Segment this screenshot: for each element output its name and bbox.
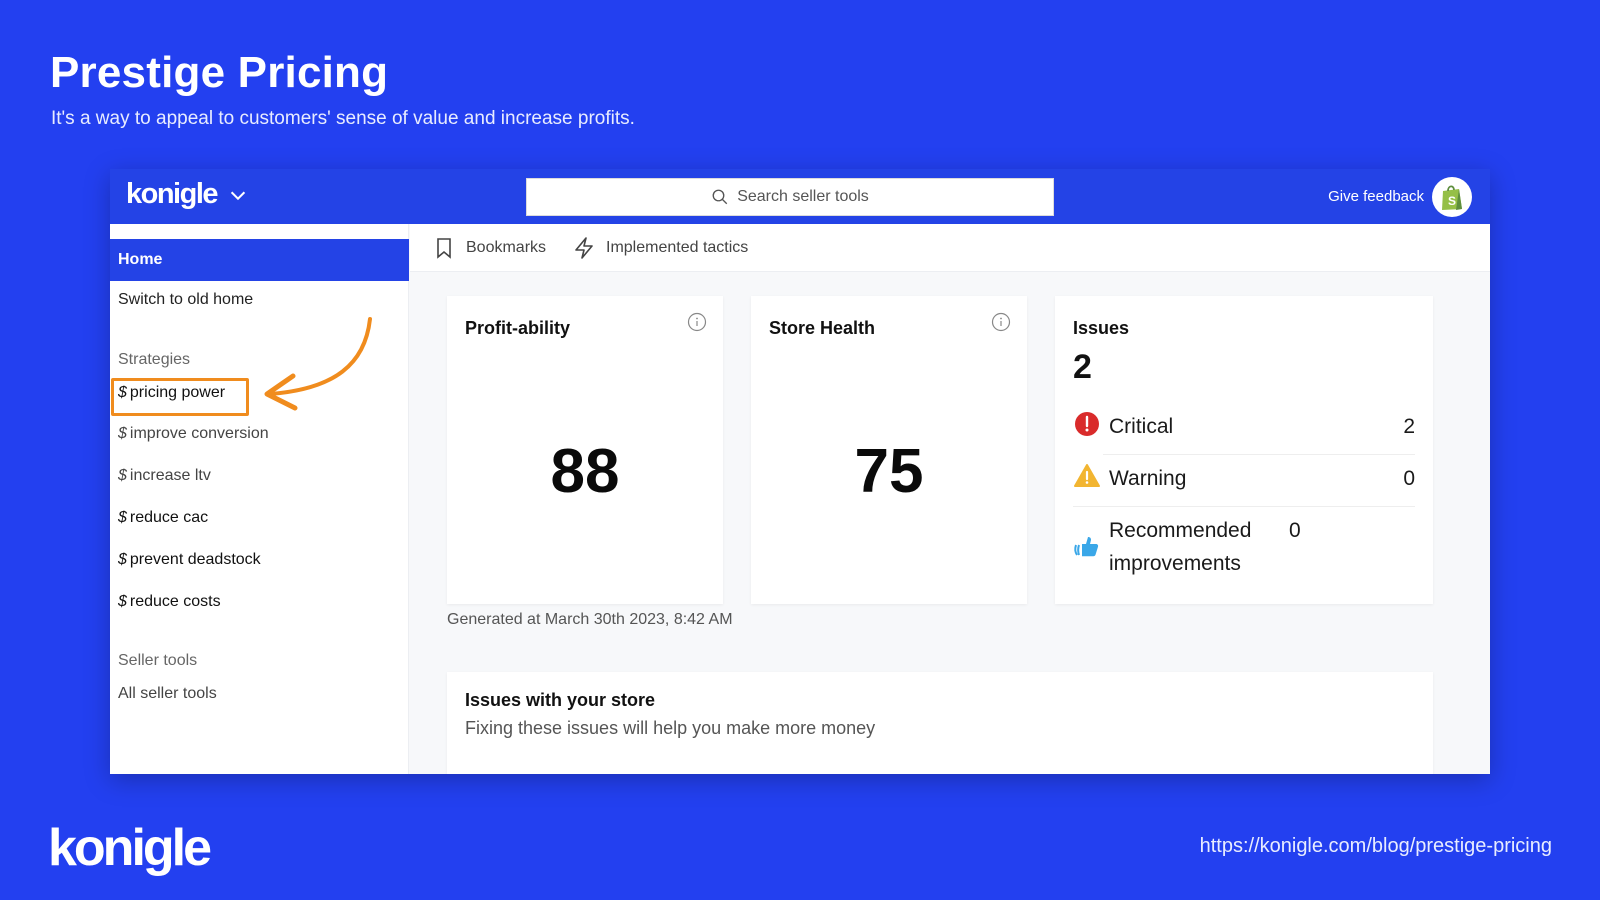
tab-bar: Bookmarks Implemented tactics <box>410 224 1490 272</box>
info-icon[interactable] <box>687 312 707 332</box>
dollar-icon: $ <box>118 467 127 484</box>
sidebar-strategy-reduce-costs[interactable]: $ reduce costs <box>118 593 221 611</box>
search-placeholder: Search seller tools <box>737 188 869 205</box>
issue-count: 0 <box>1289 519 1301 542</box>
store-health-score: 75 <box>854 437 924 506</box>
strategy-label: improve conversion <box>129 425 269 442</box>
tab-label: Implemented tactics <box>606 239 749 256</box>
sidebar-strategy-prevent-deadstock[interactable]: $ prevent deadstock <box>118 551 261 569</box>
top-bar: konigle Search seller tools Give feedbac… <box>110 169 1490 224</box>
svg-text:S: S <box>1448 194 1456 208</box>
info-icon[interactable] <box>991 312 1011 332</box>
issue-label: Critical <box>1109 415 1174 438</box>
app-screenshot: konigle Search seller tools Give feedbac… <box>110 169 1490 774</box>
sidebar-item-switch-old-home[interactable]: Switch to old home <box>118 291 253 309</box>
issue-row-warning[interactable]: Warning 0 <box>1073 462 1415 495</box>
lightning-icon <box>575 237 593 259</box>
store-health-card: Store Health 75 <box>751 296 1027 604</box>
sidebar-strategy-increase-ltv[interactable]: $ increase ltv <box>118 467 211 485</box>
issue-row-critical[interactable]: Critical 2 <box>1073 410 1415 443</box>
sidebar-item-home[interactable]: Home <box>110 239 409 281</box>
issues-with-store-panel: Issues with your store Fixing these issu… <box>447 672 1433 774</box>
app-logo: konigle <box>126 178 219 210</box>
strategy-label: increase ltv <box>129 467 211 484</box>
slide-subtitle: It's a way to appeal to customers' sense… <box>51 108 635 129</box>
strategy-label: reduce cac <box>129 509 209 526</box>
critical-icon <box>1075 412 1099 436</box>
card-title: Profit-ability <box>465 318 571 338</box>
warning-icon <box>1074 464 1100 487</box>
shopify-bag-icon: S <box>1442 185 1462 210</box>
dollar-icon: $ <box>118 551 127 568</box>
sidebar-strategy-pricing-power[interactable]: $ pricing power <box>118 384 225 402</box>
avatar[interactable]: S <box>1432 177 1472 217</box>
issue-row-recommended[interactable]: Recommended improvements 0 <box>1073 514 1415 580</box>
thumbs-up-icon <box>1074 537 1099 557</box>
dollar-icon: $ <box>118 509 127 526</box>
card-title: Issues <box>1073 318 1130 338</box>
dollar-icon: $ <box>118 425 127 442</box>
section-subtitle: Fixing these issues will help you make m… <box>465 718 876 738</box>
sidebar: Home Switch to old home Strategies $ pric… <box>110 224 409 774</box>
tab-bookmarks[interactable]: Bookmarks <box>432 236 546 260</box>
slide-title: Prestige Pricing <box>50 48 389 97</box>
issue-label: Recommended improvements <box>1109 519 1252 575</box>
section-title: Issues with your store <box>465 690 656 710</box>
generated-timestamp: Generated at March 30th 2023, 8:42 AM <box>447 611 733 628</box>
issues-total: 2 <box>1073 348 1092 386</box>
issue-count: 2 <box>1403 415 1415 438</box>
sidebar-strategy-improve-conversion[interactable]: $ improve conversion <box>118 425 269 443</box>
strategy-label: pricing power <box>129 384 226 401</box>
issue-label: Warning <box>1109 467 1187 490</box>
dollar-icon: $ <box>118 593 127 610</box>
profitability-score: 88 <box>550 437 620 506</box>
arrow-annotation-icon <box>264 317 372 411</box>
tab-implemented-tactics[interactable]: Implemented tactics <box>572 236 748 260</box>
issue-count: 0 <box>1403 467 1415 490</box>
footer-logo: konigle <box>48 819 212 877</box>
bookmark-icon <box>437 238 451 259</box>
logo-menu[interactable]: konigle <box>126 178 249 211</box>
sidebar-strategy-reduce-cac[interactable]: $ reduce cac <box>118 509 208 527</box>
strategy-label: prevent deadstock <box>129 551 261 568</box>
give-feedback-link[interactable]: Give feedback <box>1328 188 1424 205</box>
search-icon <box>712 189 728 205</box>
strategy-label: reduce costs <box>129 593 221 610</box>
divider <box>1073 506 1415 507</box>
divider <box>1103 454 1415 455</box>
profitability-card: Profit-ability 88 <box>447 296 723 604</box>
seller-tools-heading: Seller tools <box>118 652 198 669</box>
chevron-down-icon <box>230 191 246 200</box>
tab-label: Bookmarks <box>466 239 547 256</box>
search-input[interactable]: Search seller tools <box>526 178 1054 216</box>
issues-card: Issues 2 Critical 2 Warning 0 Recommende… <box>1055 296 1433 604</box>
card-title: Store Health <box>769 318 876 338</box>
footer-url[interactable]: https://konigle.com/blog/prestige-pricin… <box>1200 835 1552 858</box>
sidebar-item-all-seller-tools[interactable]: All seller tools <box>118 685 217 703</box>
strategies-heading: Strategies <box>118 351 191 368</box>
dollar-icon: $ <box>118 384 127 401</box>
